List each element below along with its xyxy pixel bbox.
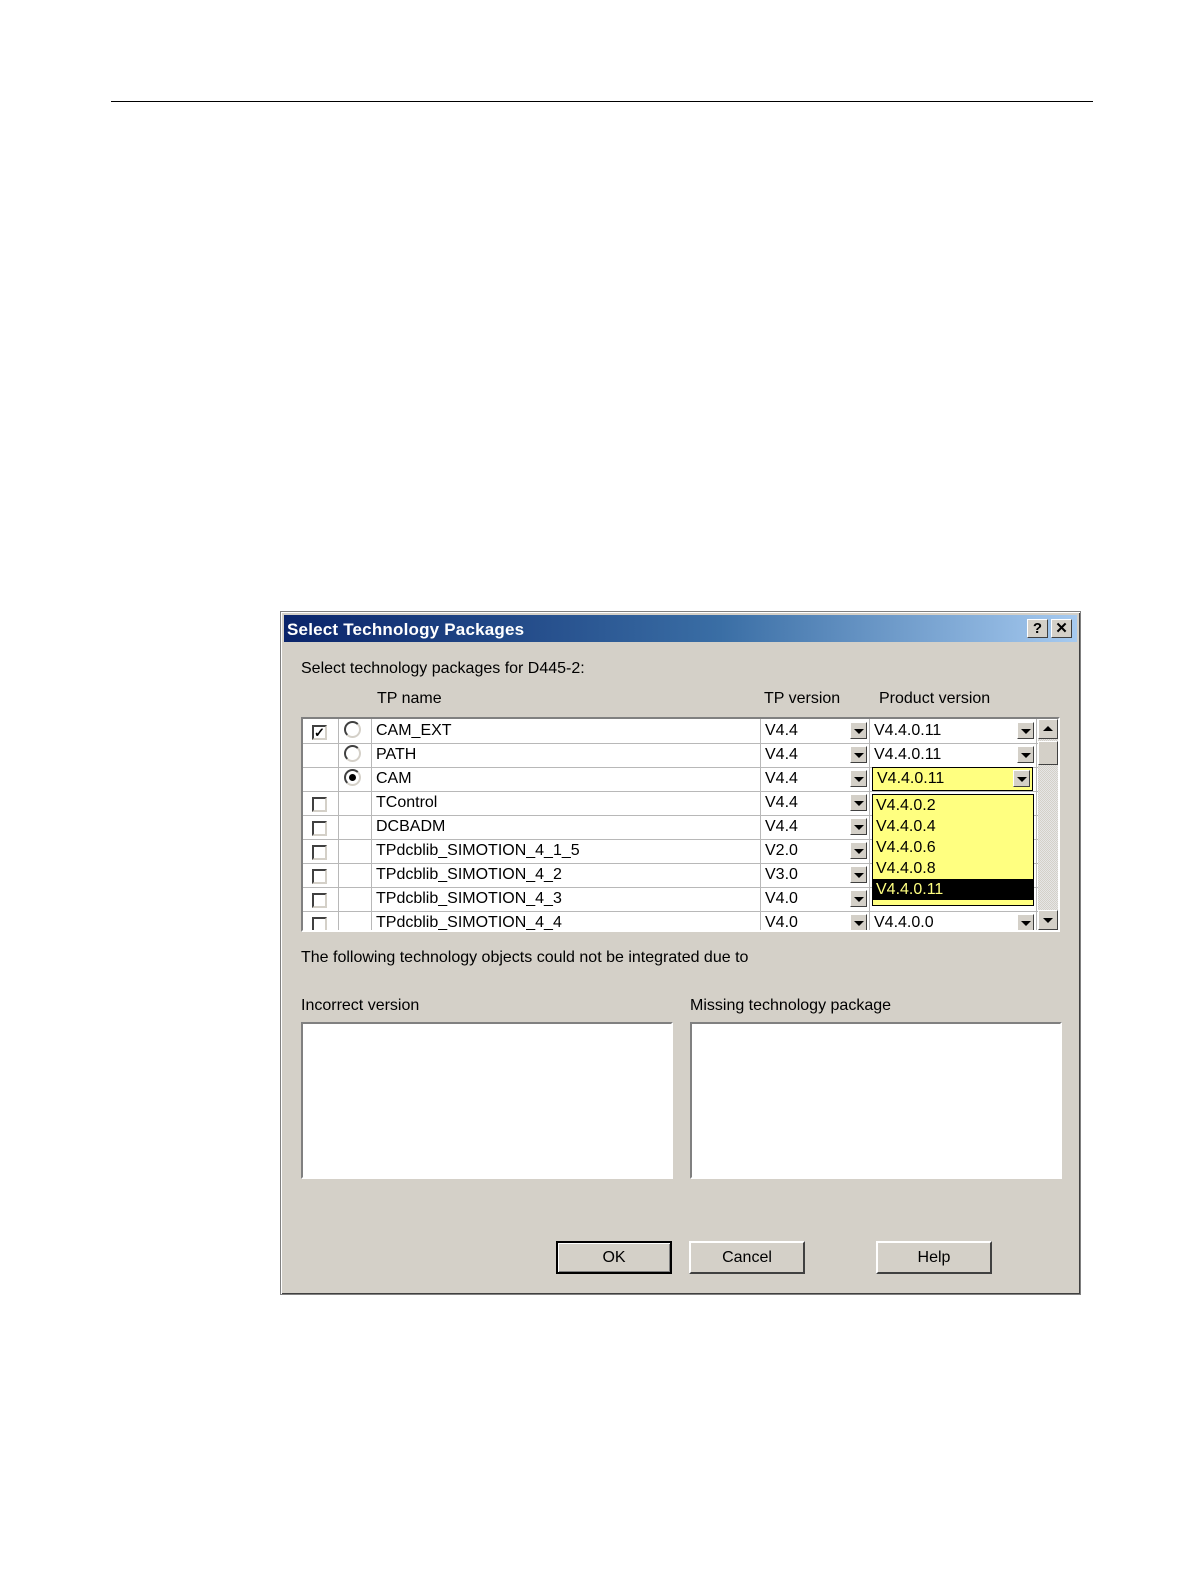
- tp-name: TControl: [376, 794, 438, 811]
- select-technology-packages-dialog: Select Technology Packages ? ✕ Select te…: [280, 611, 1081, 1295]
- cancel-button[interactable]: Cancel: [689, 1241, 805, 1274]
- column-header-product-version: Product version: [879, 690, 991, 707]
- dropdown-option[interactable]: V4.4.0.6: [873, 837, 1033, 858]
- tp-version: V3.0: [765, 866, 798, 883]
- select-radio[interactable]: [344, 745, 361, 762]
- ok-button[interactable]: OK: [556, 1241, 672, 1274]
- tp-name: TPdcblib_SIMOTION_4_3: [376, 890, 562, 907]
- column-header-tp-version: TP version: [764, 690, 841, 707]
- tp-name: CAM_EXT: [376, 722, 452, 739]
- table-row[interactable]: ✓ CAM_EXT V4.4 V4.4.0.11: [303, 719, 1038, 744]
- help-icon[interactable]: ?: [1027, 619, 1048, 638]
- dropdown-option-selected[interactable]: V4.4.0.11: [873, 879, 1033, 900]
- product-version: V4.4.0.11: [874, 746, 942, 763]
- chevron-down-icon[interactable]: [850, 818, 867, 835]
- chevron-down-icon[interactable]: [850, 914, 867, 930]
- technology-package-grid: ✓ CAM_EXT V4.4 V4.4.0.11 PATH V4.4 V4.4.…: [301, 717, 1060, 932]
- missing-package-label: Missing technology package: [690, 997, 892, 1014]
- help-button[interactable]: Help: [876, 1241, 992, 1274]
- tp-name: DCBADM: [376, 818, 446, 835]
- tp-version: V4.4: [765, 746, 798, 763]
- integration-note: The following technology objects could n…: [301, 949, 749, 966]
- select-radio[interactable]: [344, 721, 361, 738]
- missing-package-list[interactable]: [690, 1022, 1062, 1179]
- tp-name: TPdcblib_SIMOTION_4_1_5: [376, 842, 580, 859]
- chevron-down-icon[interactable]: [850, 770, 867, 787]
- product-version-selected: V4.4.0.11: [877, 770, 945, 787]
- select-checkbox[interactable]: [312, 797, 327, 812]
- select-checkbox[interactable]: [312, 917, 327, 930]
- select-radio[interactable]: [344, 769, 361, 786]
- tp-version: V4.4: [765, 770, 798, 787]
- select-checkbox[interactable]: [312, 821, 327, 836]
- select-checkbox[interactable]: [312, 845, 327, 860]
- dialog-title: Select Technology Packages: [287, 620, 525, 639]
- chevron-down-icon[interactable]: [850, 890, 867, 907]
- prompt-label: Select technology packages for D445-2:: [301, 660, 585, 677]
- tp-name: TPdcblib_SIMOTION_4_2: [376, 866, 562, 883]
- scroll-thumb[interactable]: [1038, 741, 1058, 765]
- product-version-dropdown[interactable]: V4.4.0.11: [872, 767, 1033, 791]
- chevron-down-icon[interactable]: [850, 842, 867, 859]
- chevron-down-icon[interactable]: [850, 746, 867, 763]
- tp-name: CAM: [376, 770, 412, 787]
- radio-selected-dot: [349, 774, 356, 781]
- chevron-down-icon[interactable]: [850, 722, 867, 739]
- table-row[interactable]: PATH V4.4 V4.4.0.11: [303, 743, 1038, 768]
- chevron-down-icon[interactable]: [850, 794, 867, 811]
- table-row[interactable]: TPdcblib_SIMOTION_4_4 V4.0 V4.4.0.0: [303, 911, 1038, 931]
- select-checkbox[interactable]: [312, 869, 327, 884]
- select-checkbox[interactable]: [312, 893, 327, 908]
- tp-version: V4.0: [765, 914, 798, 931]
- tp-version: V2.0: [765, 842, 798, 859]
- dropdown-option[interactable]: V4.4.0.2: [873, 795, 1033, 816]
- grid-scrollbar[interactable]: [1038, 719, 1058, 930]
- select-checkbox[interactable]: ✓: [312, 725, 327, 740]
- close-icon[interactable]: ✕: [1051, 619, 1072, 638]
- dropdown-option[interactable]: V4.4.0.4: [873, 816, 1033, 837]
- scroll-down-icon[interactable]: [1038, 910, 1058, 930]
- tp-version: V4.4: [765, 722, 798, 739]
- chevron-down-icon[interactable]: [1017, 746, 1034, 763]
- tp-version: V4.4: [765, 818, 798, 835]
- tp-version: V4.0: [765, 890, 798, 907]
- chevron-down-icon[interactable]: [1017, 914, 1034, 930]
- chevron-down-icon[interactable]: [850, 866, 867, 883]
- product-version-options: V4.4.0.2 V4.4.0.4 V4.4.0.6 V4.4.0.8 V4.4…: [872, 794, 1034, 906]
- tp-name: PATH: [376, 746, 417, 763]
- dropdown-option[interactable]: V4.4.0.8: [873, 858, 1033, 879]
- chevron-down-icon[interactable]: [1013, 770, 1030, 787]
- product-version: V4.4.0.11: [874, 722, 942, 739]
- product-version: V4.4.0.0: [874, 914, 934, 931]
- tp-version: V4.4: [765, 794, 798, 811]
- page-rule: [111, 101, 1093, 102]
- incorrect-version-list[interactable]: [301, 1022, 673, 1179]
- incorrect-version-label: Incorrect version: [301, 997, 420, 1014]
- title-bar[interactable]: Select Technology Packages ? ✕: [284, 615, 1077, 642]
- column-header-tp-name: TP name: [377, 690, 442, 707]
- scroll-up-icon[interactable]: [1038, 719, 1058, 739]
- chevron-down-icon[interactable]: [1017, 722, 1034, 739]
- tp-name: TPdcblib_SIMOTION_4_4: [376, 914, 562, 931]
